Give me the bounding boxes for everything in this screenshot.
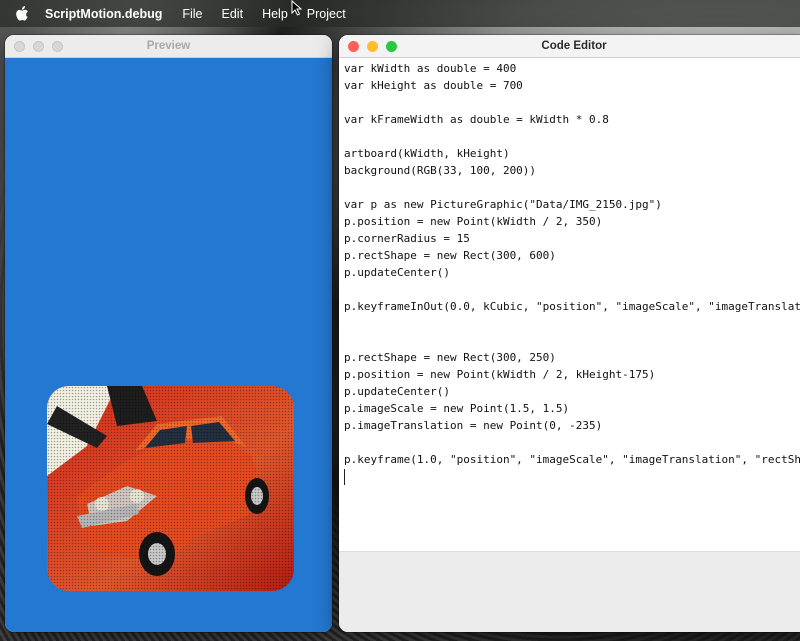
apple-menu-icon[interactable] <box>15 5 29 22</box>
editor-footer <box>339 551 800 632</box>
code-line: p.keyframe(1.0, "position", "imageScale"… <box>344 453 800 466</box>
code-line: p.cornerRadius = 15 <box>344 232 470 245</box>
menu-bar: ScriptMotion.debug File Edit Help Projec… <box>0 0 800 27</box>
code-line: artboard(kWidth, kHeight) <box>344 147 510 160</box>
code-line: var p as new PictureGraphic("Data/IMG_21… <box>344 198 662 211</box>
menu-help[interactable]: Help <box>262 7 288 21</box>
preview-title: Preview <box>146 40 191 52</box>
code-line: p.keyframeInOut(0.0, kCubic, "position",… <box>344 300 800 313</box>
code-line: var kHeight as double = 700 <box>344 79 523 92</box>
mouse-pointer-icon <box>291 0 303 16</box>
code-line: p.imageScale = new Point(1.5, 1.5) <box>344 402 570 415</box>
car-picture <box>47 386 294 591</box>
code-text-area[interactable]: var kWidth as double = 400 var kHeight as… <box>339 58 800 551</box>
code-line: p.position = new Point(kWidth / 2, 350) <box>344 215 603 228</box>
code-line: p.updateCenter() <box>344 385 450 398</box>
code-line: p.imageTranslation = new Point(0, -235) <box>344 419 603 432</box>
preview-window: Preview <box>5 35 332 632</box>
code-line: var kFrameWidth as double = kWidth * 0.8 <box>344 113 609 126</box>
code-line: var kWidth as double = 400 <box>344 62 517 75</box>
code-line: p.position = new Point(kWidth / 2, kHeig… <box>344 368 656 381</box>
code-line: p.rectShape = new Rect(300, 250) <box>344 351 556 364</box>
menu-app-name[interactable]: ScriptMotion.debug <box>45 7 162 21</box>
text-cursor <box>344 469 345 485</box>
editor-title: Code Editor <box>541 40 607 52</box>
menu-file[interactable]: File <box>182 7 202 21</box>
code-line: p.updateCenter() <box>344 266 450 279</box>
preview-canvas <box>5 58 332 632</box>
code-line: p.rectShape = new Rect(300, 600) <box>344 249 556 262</box>
menu-project[interactable]: Project <box>307 7 346 21</box>
editor-titlebar[interactable]: Code Editor <box>339 35 800 58</box>
preview-titlebar[interactable]: Preview <box>5 35 332 58</box>
code-line: background(RGB(33, 100, 200)) <box>344 164 537 177</box>
menu-edit[interactable]: Edit <box>222 7 244 21</box>
code-editor-window: Code Editor var kWidth as double = 400 va… <box>339 35 800 632</box>
